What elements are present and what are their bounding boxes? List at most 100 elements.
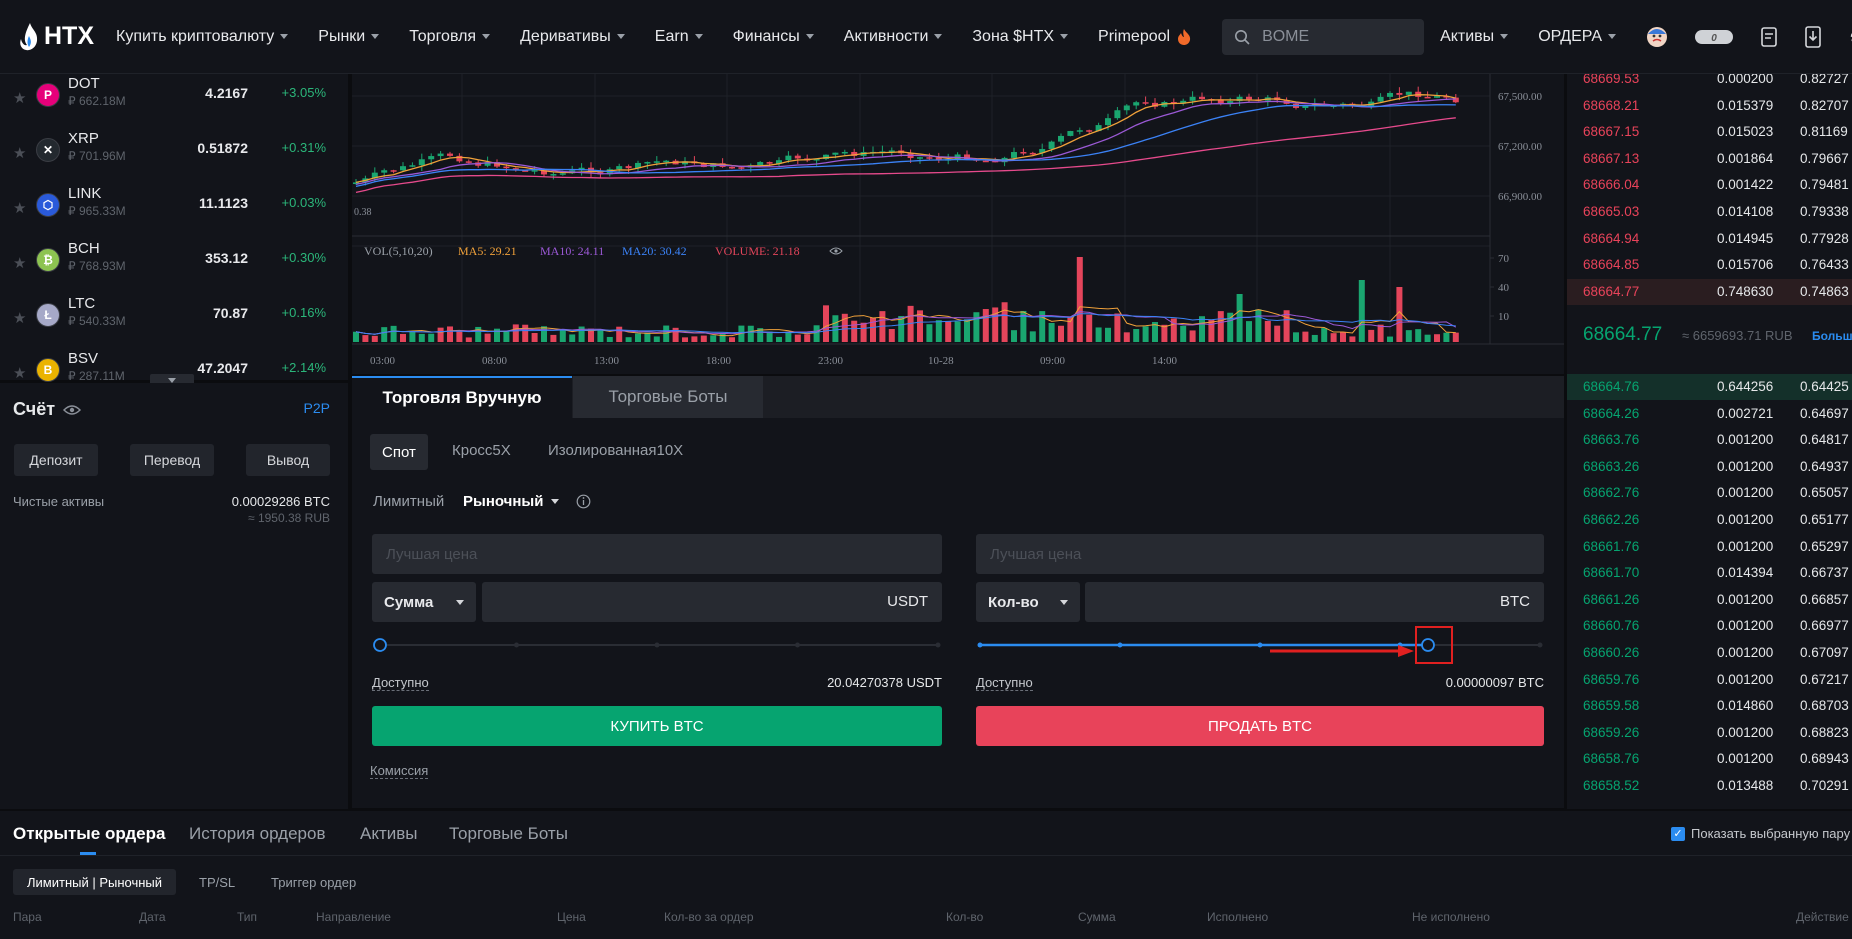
bid-row[interactable]: 68661.70 0.014394 0.66737 [1567, 560, 1852, 586]
buy-amount-slider[interactable] [372, 635, 942, 655]
vip-badge-icon[interactable]: 0 [1694, 25, 1734, 49]
market-row-bch[interactable]: ★ ₿ BCH ₽ 768.93M 353.12 +0.30% [0, 240, 348, 299]
more-link[interactable]: Больш [1812, 329, 1852, 343]
orders-tab-1[interactable]: История ордеров [189, 824, 325, 844]
favorite-star-icon[interactable]: ★ [13, 309, 26, 327]
subtab-cross[interactable]: Кросс5X [452, 442, 511, 459]
nav-item-1[interactable]: Рынки [318, 28, 380, 46]
rnav-item-1[interactable]: ОРДЕРА [1538, 28, 1617, 46]
bid-row[interactable]: 68662.26 0.001200 0.65177 [1567, 507, 1852, 533]
buy-price-field[interactable] [372, 534, 942, 574]
sell-amount-field[interactable]: BTC [1085, 582, 1544, 622]
htx-logo[interactable]: HTX [18, 22, 94, 52]
buy-price-input[interactable] [372, 534, 942, 574]
order-type-market[interactable]: Рыночный [463, 493, 560, 510]
sell-amount-slider[interactable] [976, 635, 1544, 655]
ask-row[interactable]: 68664.77 0.748630 0.74863 [1567, 278, 1852, 305]
bid-row[interactable]: 68660.76 0.001200 0.66977 [1567, 613, 1852, 639]
search-input[interactable] [1262, 27, 1413, 46]
sell-price-field[interactable] [976, 534, 1544, 574]
bid-row[interactable]: 68661.26 0.001200 0.66857 [1567, 587, 1852, 613]
bid-row[interactable]: 68659.76 0.001200 0.67217 [1567, 667, 1852, 693]
settings-gear-icon[interactable] [1848, 25, 1852, 49]
favorite-star-icon[interactable]: ★ [13, 89, 26, 107]
show-pair-checkbox[interactable]: ✓ Показать выбранную пару [1671, 826, 1850, 841]
bid-row[interactable]: 68659.26 0.001200 0.68823 [1567, 720, 1852, 746]
favorite-star-icon[interactable]: ★ [13, 364, 26, 382]
column-header: Кол-во за ордер [664, 910, 754, 924]
bid-row[interactable]: 68664.76 0.644256 0.64425 [1567, 374, 1852, 400]
sell-btc-button[interactable]: ПРОДАТЬ BTC [976, 706, 1544, 746]
subtab-isolated[interactable]: Изолированная10X [548, 442, 683, 459]
ask-row[interactable]: 68664.85 0.015706 0.76433 [1567, 252, 1852, 278]
buy-btc-button[interactable]: КУПИТЬ BTC [372, 706, 942, 746]
download-app-icon[interactable] [1804, 25, 1822, 49]
ask-row[interactable]: 68665.03 0.014108 0.79338 [1567, 199, 1852, 225]
nav-item-8[interactable]: Primepool [1098, 28, 1192, 46]
bid-row[interactable]: 68661.76 0.001200 0.65297 [1567, 534, 1852, 560]
withdraw-button[interactable]: Вывод [246, 444, 330, 476]
p2p-link[interactable]: P2P [304, 400, 330, 416]
favorite-star-icon[interactable]: ★ [13, 199, 26, 217]
market-row-xrp[interactable]: ★ ✕ XRP ₽ 701.96M 0.51872 +0.31% [0, 130, 348, 189]
subtab-trigger[interactable]: Триггер ордер [271, 875, 356, 890]
eye-icon[interactable] [63, 404, 82, 416]
nav-item-5[interactable]: Финансы [733, 28, 814, 46]
ask-row[interactable]: 68667.13 0.001864 0.79667 [1567, 146, 1852, 172]
bid-row[interactable]: 68663.76 0.001200 0.64817 [1567, 427, 1852, 453]
nav-item-0[interactable]: Купить криптовалюту [116, 28, 289, 46]
time-tick-label: 13:00 [594, 355, 620, 367]
rnav-item-0[interactable]: Активы [1440, 28, 1509, 46]
ask-row[interactable]: 68664.94 0.014945 0.77928 [1567, 226, 1852, 252]
bid-row[interactable]: 68658.76 0.001200 0.68943 [1567, 746, 1852, 772]
ask-total: 0.82707 [1800, 97, 1849, 113]
nav-item-2[interactable]: Торговля [409, 28, 491, 46]
bid-row[interactable]: 68660.26 0.001200 0.67097 [1567, 640, 1852, 666]
buy-amount-field[interactable]: USDT [482, 582, 942, 622]
subtab-limit-market[interactable]: Лимитный | Рыночный [13, 869, 177, 895]
sell-amount-type-select[interactable]: Кол-во [976, 582, 1080, 622]
search-box[interactable] [1222, 18, 1425, 55]
ask-row[interactable]: 68667.15 0.015023 0.81169 [1567, 119, 1852, 145]
info-icon[interactable] [576, 494, 591, 509]
ask-row[interactable]: 68668.21 0.015379 0.82707 [1567, 93, 1852, 119]
buy-amount-input[interactable] [482, 582, 942, 622]
bid-row[interactable]: 68662.76 0.001200 0.65057 [1567, 480, 1852, 506]
bid-row[interactable]: 68664.26 0.002721 0.64697 [1567, 401, 1852, 427]
sell-price-input[interactable] [976, 534, 1544, 574]
bid-row[interactable]: 68663.26 0.001200 0.64937 [1567, 454, 1852, 480]
buy-amount-type-select[interactable]: Сумма [372, 582, 476, 622]
orders-tab-3[interactable]: Торговые Боты [449, 824, 568, 844]
market-row-link[interactable]: ★ ⬡ LINK ₽ 965.33M 11.1123 +0.03% [0, 185, 348, 244]
sell-amount-input[interactable] [1085, 582, 1544, 622]
price-chart[interactable]: 67,500.00 67,200.00 66,900.00 0.38 VOL(5,10,… [352, 74, 1564, 374]
checkbox-checked-icon[interactable]: ✓ [1671, 826, 1685, 841]
market-row-ltc[interactable]: ★ Ł LTC ₽ 540.33M 70.87 +0.16% [0, 295, 348, 354]
favorite-star-icon[interactable]: ★ [13, 254, 26, 272]
transfer-button[interactable]: Перевод [130, 444, 214, 476]
tab-manual-trading[interactable]: Торговля Вручную [352, 376, 572, 418]
nav-item-3[interactable]: Деривативы [520, 28, 625, 46]
ask-row[interactable]: 68666.04 0.001422 0.79481 [1567, 172, 1852, 198]
bid-row[interactable]: 68658.52 0.013488 0.70291 [1567, 773, 1852, 799]
nav-item-7[interactable]: Зона $HTX [972, 28, 1069, 46]
nav-item-4[interactable]: Earn [655, 28, 703, 46]
order-type-market-label: Рыночный [463, 493, 544, 510]
tab-trading-bots[interactable]: Торговые Боты [573, 376, 763, 418]
nav-item-6[interactable]: Активности [844, 28, 943, 46]
avatar-icon[interactable] [1646, 25, 1668, 49]
subtab-spot[interactable]: Спот [370, 434, 428, 470]
bid-row[interactable]: 68659.58 0.014860 0.68703 [1567, 693, 1852, 719]
subtab-tpsl[interactable]: TP/SL [199, 875, 235, 890]
order-type-limit[interactable]: Лимитный [373, 493, 444, 510]
ask-row[interactable]: 68669.53 0.000200 0.82727 [1567, 74, 1852, 92]
fee-link[interactable]: Комиссия [370, 763, 429, 779]
orders-document-icon[interactable] [1760, 25, 1778, 49]
volume-bar [362, 335, 369, 342]
market-row-dot[interactable]: ★ P DOT ₽ 662.18M 4.2167 +3.05% [0, 75, 348, 134]
deposit-button[interactable]: Депозит [14, 444, 98, 476]
volume-bar [371, 335, 378, 342]
favorite-star-icon[interactable]: ★ [13, 144, 26, 162]
orders-tab-0[interactable]: Открытые ордера [13, 824, 165, 844]
orders-tab-2[interactable]: Активы [360, 824, 418, 844]
